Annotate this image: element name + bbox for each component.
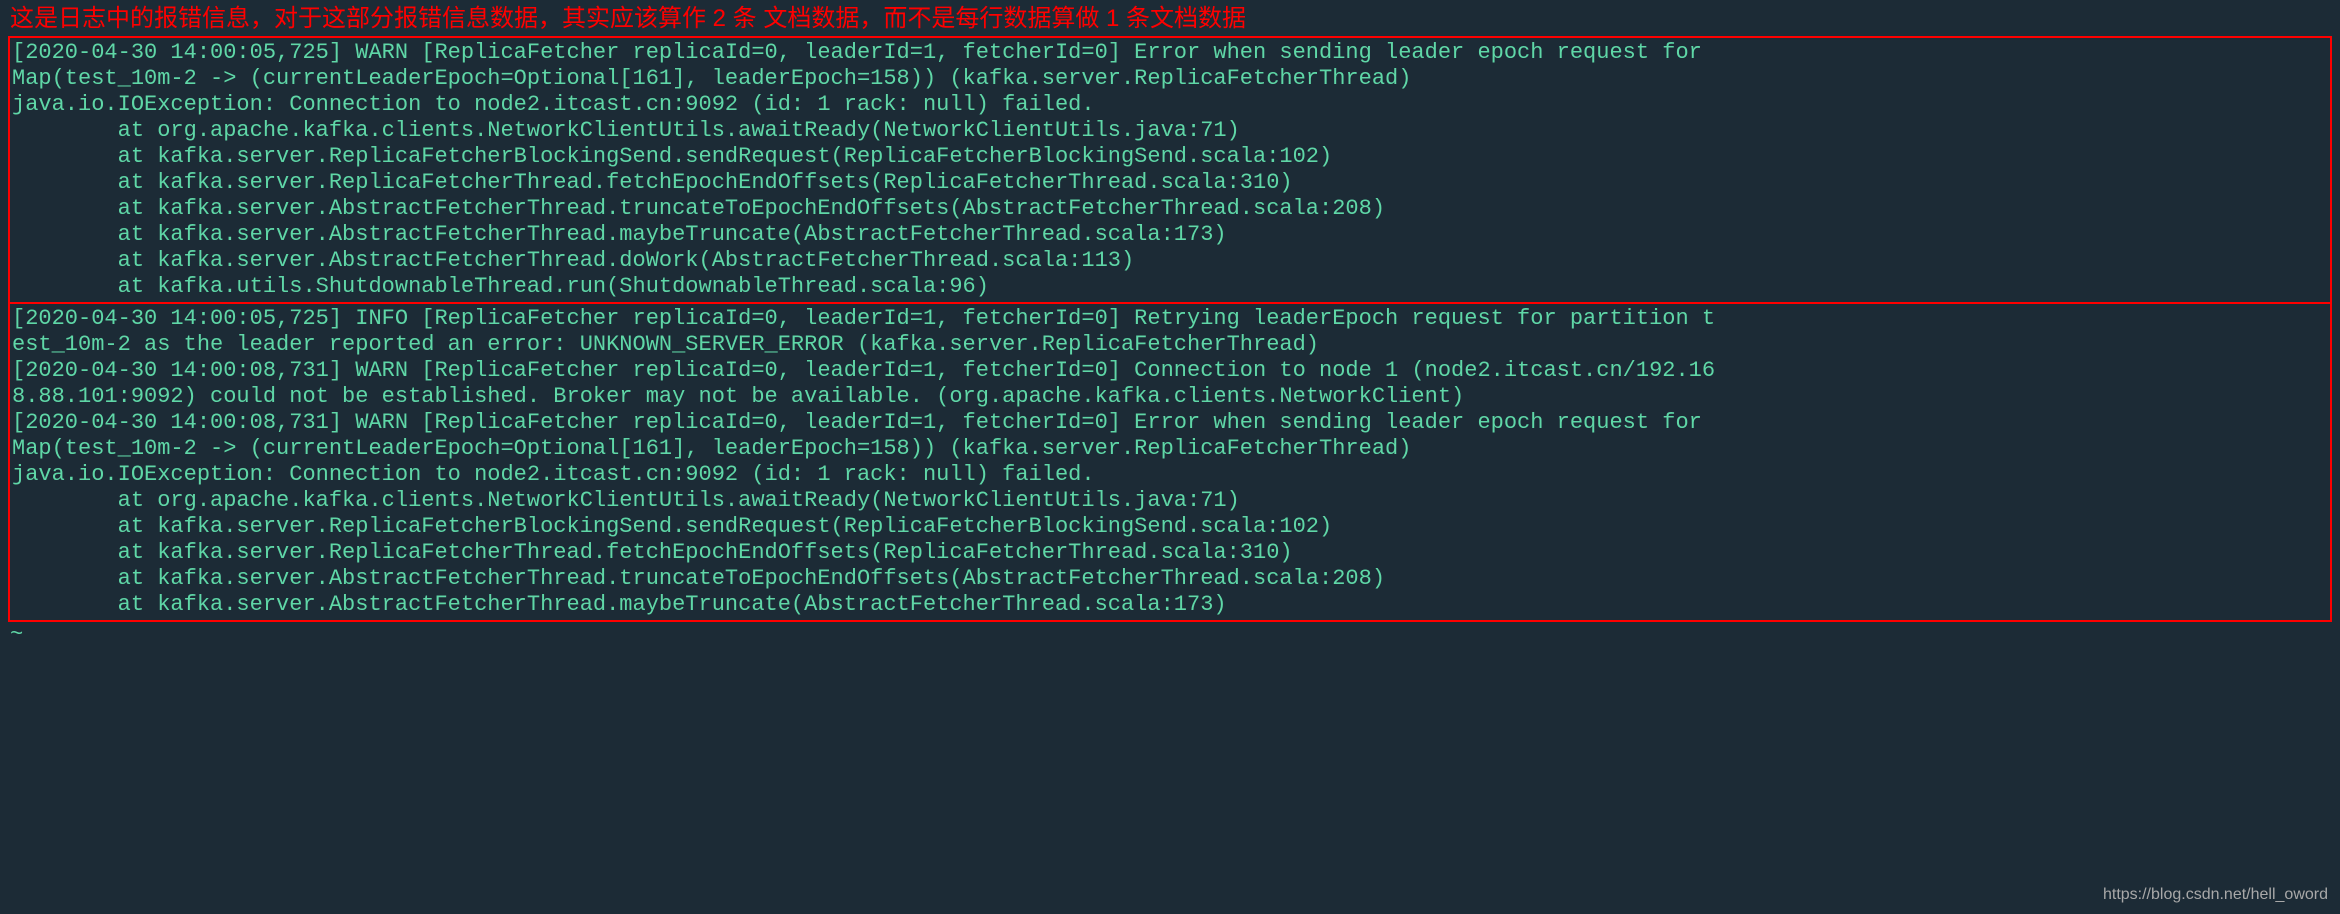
vim-tilde: ~ bbox=[0, 622, 2340, 648]
watermark: https://blog.csdn.net/hell_oword bbox=[2103, 882, 2328, 908]
caption-text: 这是日志中的报错信息，对于这部分报错信息数据，其实应该算作 2 条 文档数据，而… bbox=[0, 0, 2340, 36]
log-block-1: [2020-04-30 14:00:05,725] WARN [ReplicaF… bbox=[8, 36, 2332, 304]
log-text-2: [2020-04-30 14:00:05,725] INFO [ReplicaF… bbox=[10, 304, 2330, 620]
log-block-2: [2020-04-30 14:00:05,725] INFO [ReplicaF… bbox=[8, 304, 2332, 622]
log-text-1: [2020-04-30 14:00:05,725] WARN [ReplicaF… bbox=[10, 38, 2330, 302]
